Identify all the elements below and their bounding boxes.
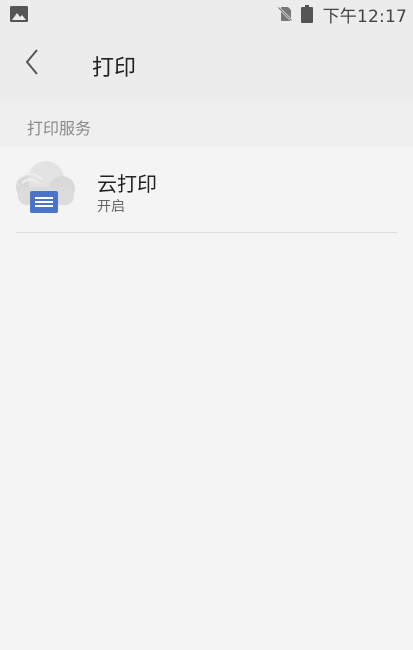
cloud-print-icon <box>16 161 75 213</box>
back-arrow-icon <box>25 49 38 75</box>
app-bar: 打印 <box>0 28 413 103</box>
status-right: 下午12:17 <box>276 0 407 28</box>
back-button[interactable] <box>10 40 54 84</box>
status-bar: 下午12:17 <box>0 0 413 28</box>
divider <box>16 232 397 233</box>
service-status: 开启 <box>97 199 125 215</box>
image-notification-icon <box>10 6 28 22</box>
section-header: 打印服务 <box>0 103 413 147</box>
status-time: 下午12:17 <box>322 6 407 27</box>
service-name: 云打印 <box>97 172 157 196</box>
section-header-label: 打印服务 <box>27 119 92 138</box>
page-title: 打印 <box>92 56 137 81</box>
no-sim-icon <box>276 6 293 22</box>
battery-icon <box>300 5 313 23</box>
list-item-cloud-print[interactable]: 云打印 开启 <box>0 147 413 233</box>
